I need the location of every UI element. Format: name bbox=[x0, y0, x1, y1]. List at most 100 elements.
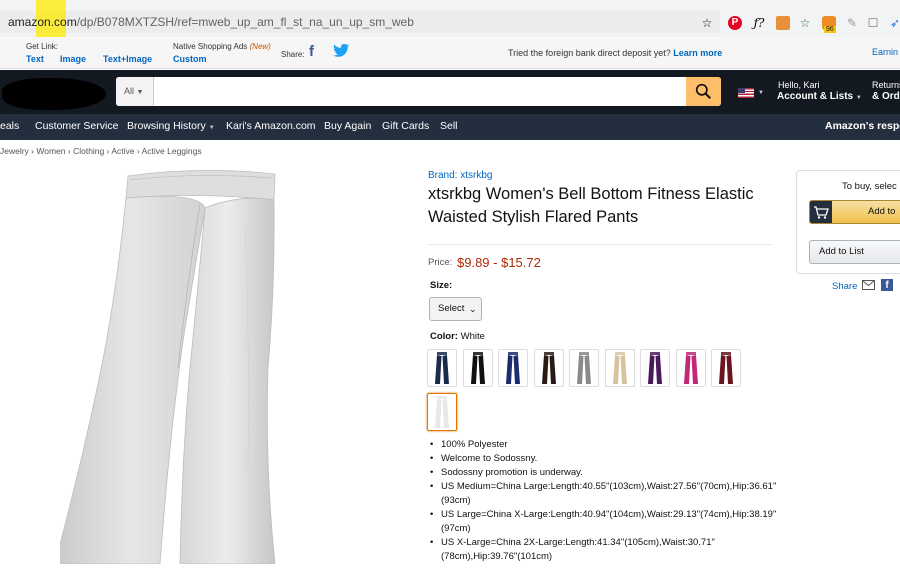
cart-icon bbox=[810, 201, 832, 223]
facebook-icon[interactable]: f bbox=[309, 43, 314, 60]
extension-badge-count: 96 bbox=[824, 26, 836, 33]
account-lists-label: Account & Lists bbox=[777, 91, 854, 102]
nav-item-browsing-history[interactable]: Browsing History ▼ bbox=[127, 120, 215, 132]
feature-bullet: US Large=China X-Large:Length:40.94"(104… bbox=[430, 508, 790, 536]
breadcrumb-item[interactable]: Jewelry bbox=[0, 146, 29, 156]
feature-bullets: 100% Polyester Welcome to Sodossny. Sodo… bbox=[430, 438, 790, 564]
get-link-text-image[interactable]: Text+Image bbox=[103, 54, 152, 64]
add-to-list-label: Add to List bbox=[819, 246, 864, 257]
pants-swatch-icon bbox=[612, 352, 627, 384]
account-lists-link[interactable]: Account & Lists ▼ bbox=[777, 91, 862, 102]
color-label: Color: White bbox=[430, 331, 485, 342]
redacted-logo bbox=[2, 78, 106, 110]
account-greeting: Hello, Kari bbox=[778, 80, 820, 90]
url-path: /dp/B078MXTZSH/ref=mweb_up_am_fl_st_na_u… bbox=[76, 15, 414, 29]
breadcrumb-item[interactable]: Active bbox=[111, 146, 134, 156]
returns-label: Returns bbox=[872, 80, 900, 90]
earnings-link[interactable]: Earnin bbox=[872, 47, 898, 57]
nav-promo-text[interactable]: Amazon's respo bbox=[825, 120, 900, 132]
add-to-cart-label: Add to bbox=[868, 206, 896, 217]
color-swatch[interactable] bbox=[427, 393, 457, 431]
color-label-value: White bbox=[460, 331, 485, 342]
product-title: xtsrkbg Women's Bell Bottom Fitness Elas… bbox=[428, 185, 754, 226]
brand-link[interactable]: Brand: xtsrkbg bbox=[428, 170, 492, 181]
promo-message: Tried the foreign bank direct deposit ye… bbox=[508, 48, 671, 58]
url-text[interactable]: amazon.com/dp/B078MXTZSH/ref=mweb_up_am_… bbox=[8, 15, 414, 29]
native-ads-text: Native Shopping Ads bbox=[173, 42, 248, 51]
learn-more-link[interactable]: Learn more bbox=[673, 48, 722, 58]
facebook-share-icon[interactable]: f bbox=[881, 279, 893, 291]
search-button[interactable] bbox=[686, 77, 721, 106]
size-dropdown-label: Select bbox=[438, 303, 465, 314]
pants-swatch-icon bbox=[435, 396, 449, 428]
pinterest-icon[interactable]: P bbox=[728, 16, 742, 30]
product-image[interactable] bbox=[54, 168, 330, 565]
search-bar[interactable]: All ▼ bbox=[116, 77, 721, 106]
sitestripe-bar bbox=[0, 37, 900, 69]
color-label-key: Color: bbox=[430, 331, 458, 342]
flag-chevron-icon: ▼ bbox=[758, 90, 764, 96]
color-swatch[interactable] bbox=[569, 349, 599, 387]
us-flag-icon[interactable] bbox=[738, 88, 754, 98]
custom-ad-link[interactable]: Custom bbox=[173, 54, 207, 64]
pants-swatch-icon bbox=[648, 352, 662, 384]
nav-item-buy-again[interactable]: Buy Again bbox=[324, 120, 371, 132]
browsing-history-chevron-icon: ▼ bbox=[208, 125, 215, 131]
native-ads-label: Native Shopping Ads (New) bbox=[173, 42, 271, 51]
search-department-select[interactable]: All ▼ bbox=[116, 77, 154, 106]
breadcrumb-item[interactable]: Clothing bbox=[73, 146, 104, 156]
twitter-icon[interactable] bbox=[333, 43, 350, 58]
color-swatch[interactable] bbox=[640, 349, 670, 387]
returns-orders-link[interactable]: & Ord bbox=[872, 91, 900, 102]
color-swatch[interactable] bbox=[462, 349, 493, 387]
nav-item-deals[interactable]: eals bbox=[0, 120, 19, 132]
formula-icon[interactable]: ƒ? bbox=[752, 16, 766, 30]
note-icon[interactable]: ☐ bbox=[866, 16, 880, 30]
share-label: Share: bbox=[281, 50, 305, 59]
nav-item-customer-service[interactable]: Customer Service bbox=[35, 120, 118, 132]
price-label: Price: bbox=[428, 257, 453, 268]
breadcrumb-item[interactable]: Women bbox=[36, 146, 65, 156]
breadcrumb: Jewelry › Women › Clothing › Active › Ac… bbox=[0, 146, 202, 156]
divider bbox=[428, 244, 772, 245]
pants-swatch-icon bbox=[506, 352, 520, 384]
pencil-icon[interactable]: ✎ bbox=[845, 16, 859, 30]
browsing-history-label: Browsing History bbox=[127, 120, 206, 132]
nav-item-gift-cards[interactable]: Gift Cards bbox=[382, 120, 429, 132]
get-link-text[interactable]: Text bbox=[26, 54, 44, 64]
nav-item-karis-amazon[interactable]: Kari's Amazon.com bbox=[226, 120, 316, 132]
color-swatch[interactable] bbox=[533, 349, 564, 387]
chevron-down-icon: ▼ bbox=[136, 89, 144, 96]
native-ads-new-badge: (New) bbox=[249, 42, 271, 51]
email-icon[interactable] bbox=[862, 280, 875, 290]
url-host: amazon.com bbox=[8, 15, 77, 29]
feature-bullet: US X-Large=China 2X-Large:Length:41.34"(… bbox=[430, 536, 790, 564]
pants-swatch-icon bbox=[577, 352, 591, 384]
feature-bullet: US Medium=China Large:Length:40.55"(103c… bbox=[430, 480, 790, 508]
chevron-down-icon: ⌄ bbox=[469, 304, 477, 314]
price-value: $9.89 - $15.72 bbox=[457, 255, 541, 270]
search-icon bbox=[695, 83, 712, 100]
pants-swatch-icon bbox=[541, 352, 556, 384]
get-link-image[interactable]: Image bbox=[60, 54, 86, 64]
size-dropdown[interactable]: Select ⌄ bbox=[429, 297, 482, 321]
breadcrumb-item[interactable]: Active Leggings bbox=[142, 146, 202, 156]
star-outline-icon[interactable]: ☆ bbox=[798, 16, 812, 30]
extension-orange-icon[interactable] bbox=[776, 16, 790, 30]
color-swatch[interactable] bbox=[427, 349, 457, 387]
extension-blue-icon[interactable]: ➶ bbox=[888, 16, 900, 30]
share-link[interactable]: Share bbox=[832, 281, 857, 292]
buy-box-prompt: To buy, selec bbox=[842, 181, 897, 192]
color-swatch[interactable] bbox=[604, 349, 635, 387]
pants-swatch-icon bbox=[435, 352, 449, 384]
color-swatch[interactable] bbox=[675, 349, 706, 387]
size-label: Size: bbox=[430, 280, 453, 291]
nav-item-sell[interactable]: Sell bbox=[440, 120, 458, 132]
feature-bullet: Sodossny promotion is underway. bbox=[430, 466, 790, 480]
feature-bullet: Welcome to Sodossny. bbox=[430, 452, 790, 466]
color-swatch[interactable] bbox=[498, 349, 528, 387]
get-link-label: Get Link: bbox=[26, 42, 59, 51]
star-icon[interactable]: ☆ bbox=[700, 16, 714, 30]
color-swatch[interactable] bbox=[711, 349, 741, 387]
pants-swatch-icon bbox=[470, 352, 485, 384]
